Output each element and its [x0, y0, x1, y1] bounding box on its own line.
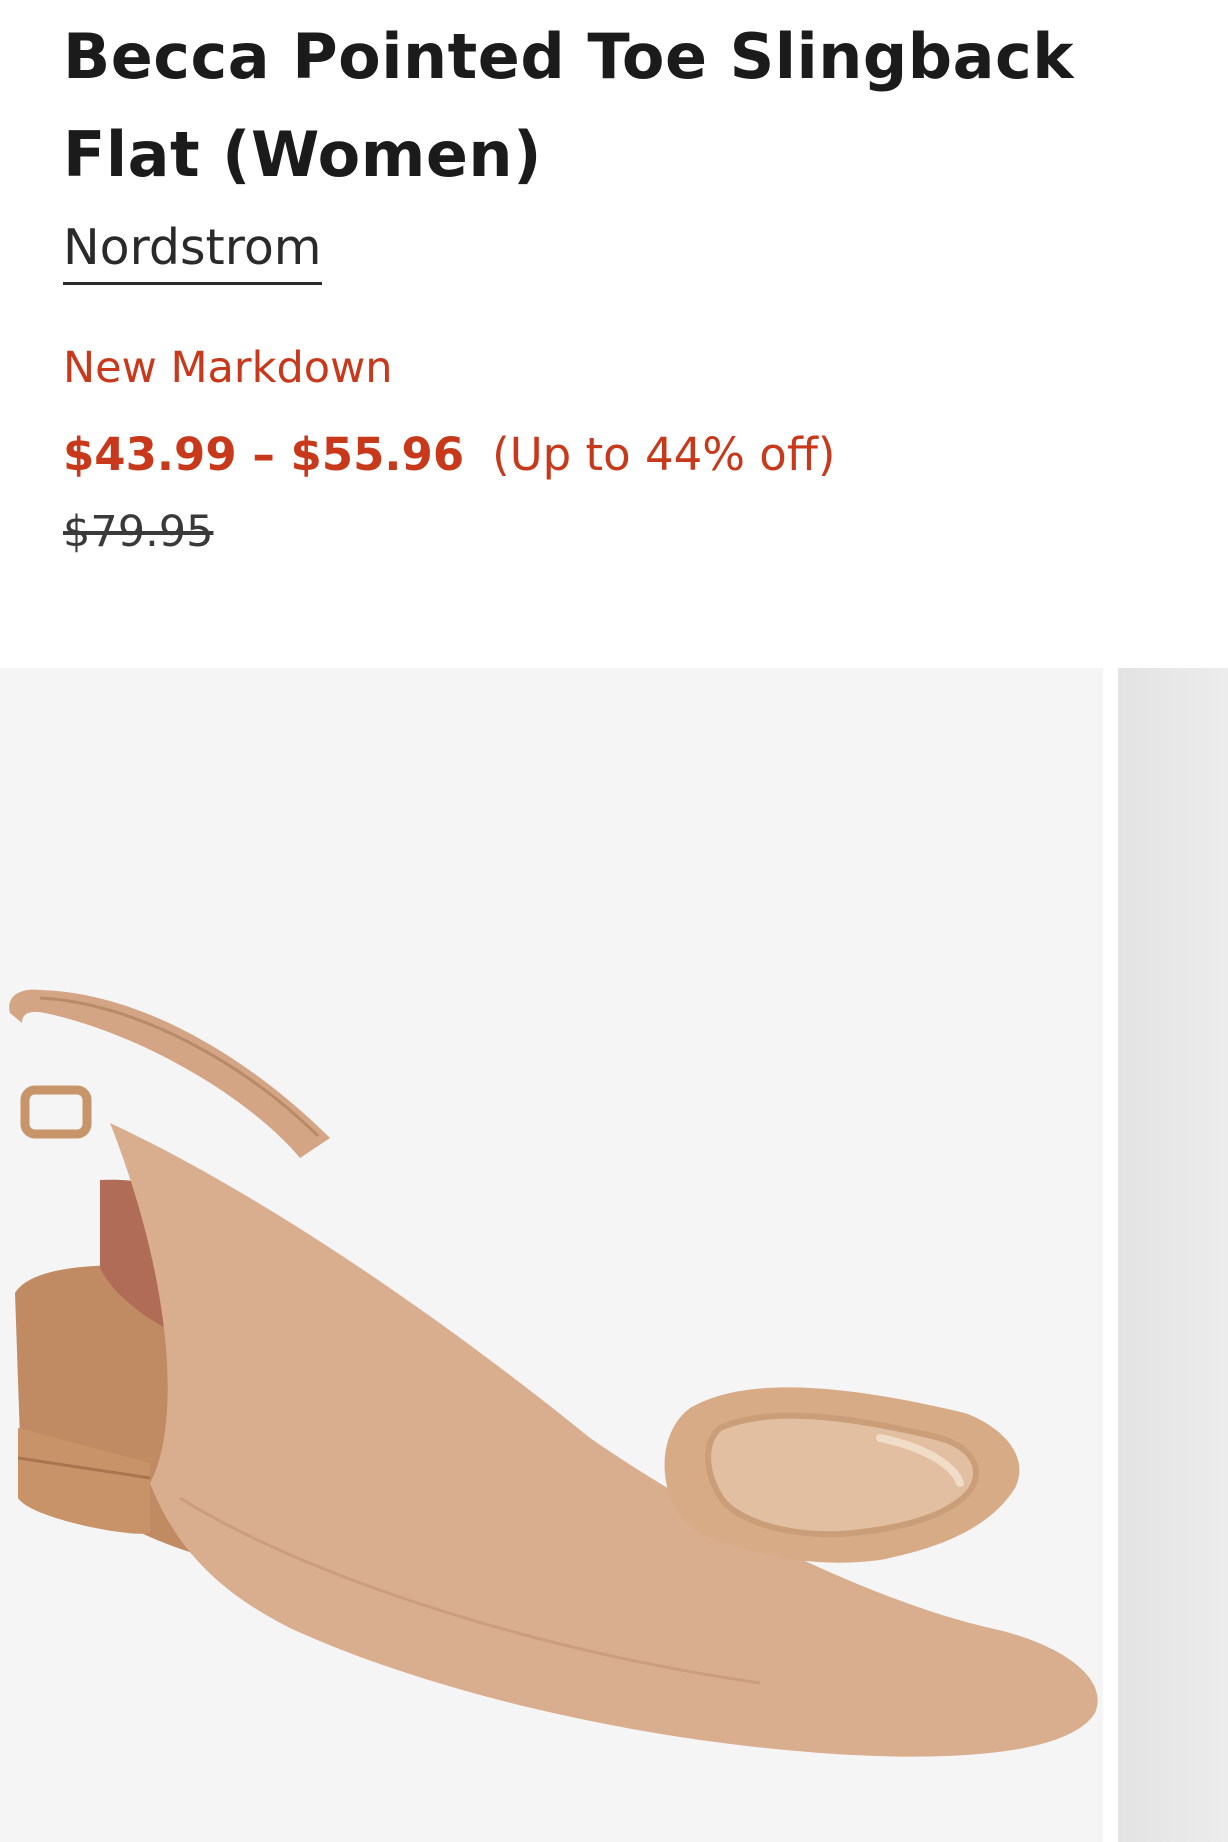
product-image-carousel[interactable]	[0, 668, 1228, 1842]
original-price: $79.95	[63, 507, 214, 557]
sale-price-range: $43.99 – $55.96	[63, 428, 465, 481]
discount-text: (Up to 44% off)	[492, 428, 836, 481]
product-title: Becca Pointed Toe Slingback Flat (Women)	[63, 20, 1074, 191]
shoe-illustration	[9, 989, 1098, 1757]
brand-link[interactable]: Nordstrom	[63, 216, 322, 285]
markdown-badge: New Markdown	[63, 343, 393, 393]
strap-buckle	[20, 1085, 92, 1139]
product-image[interactable]	[0, 668, 1103, 1842]
price-row: $43.99 – $55.96 (Up to 44% off)	[63, 425, 835, 485]
next-product-image-peek[interactable]	[1118, 668, 1228, 1842]
